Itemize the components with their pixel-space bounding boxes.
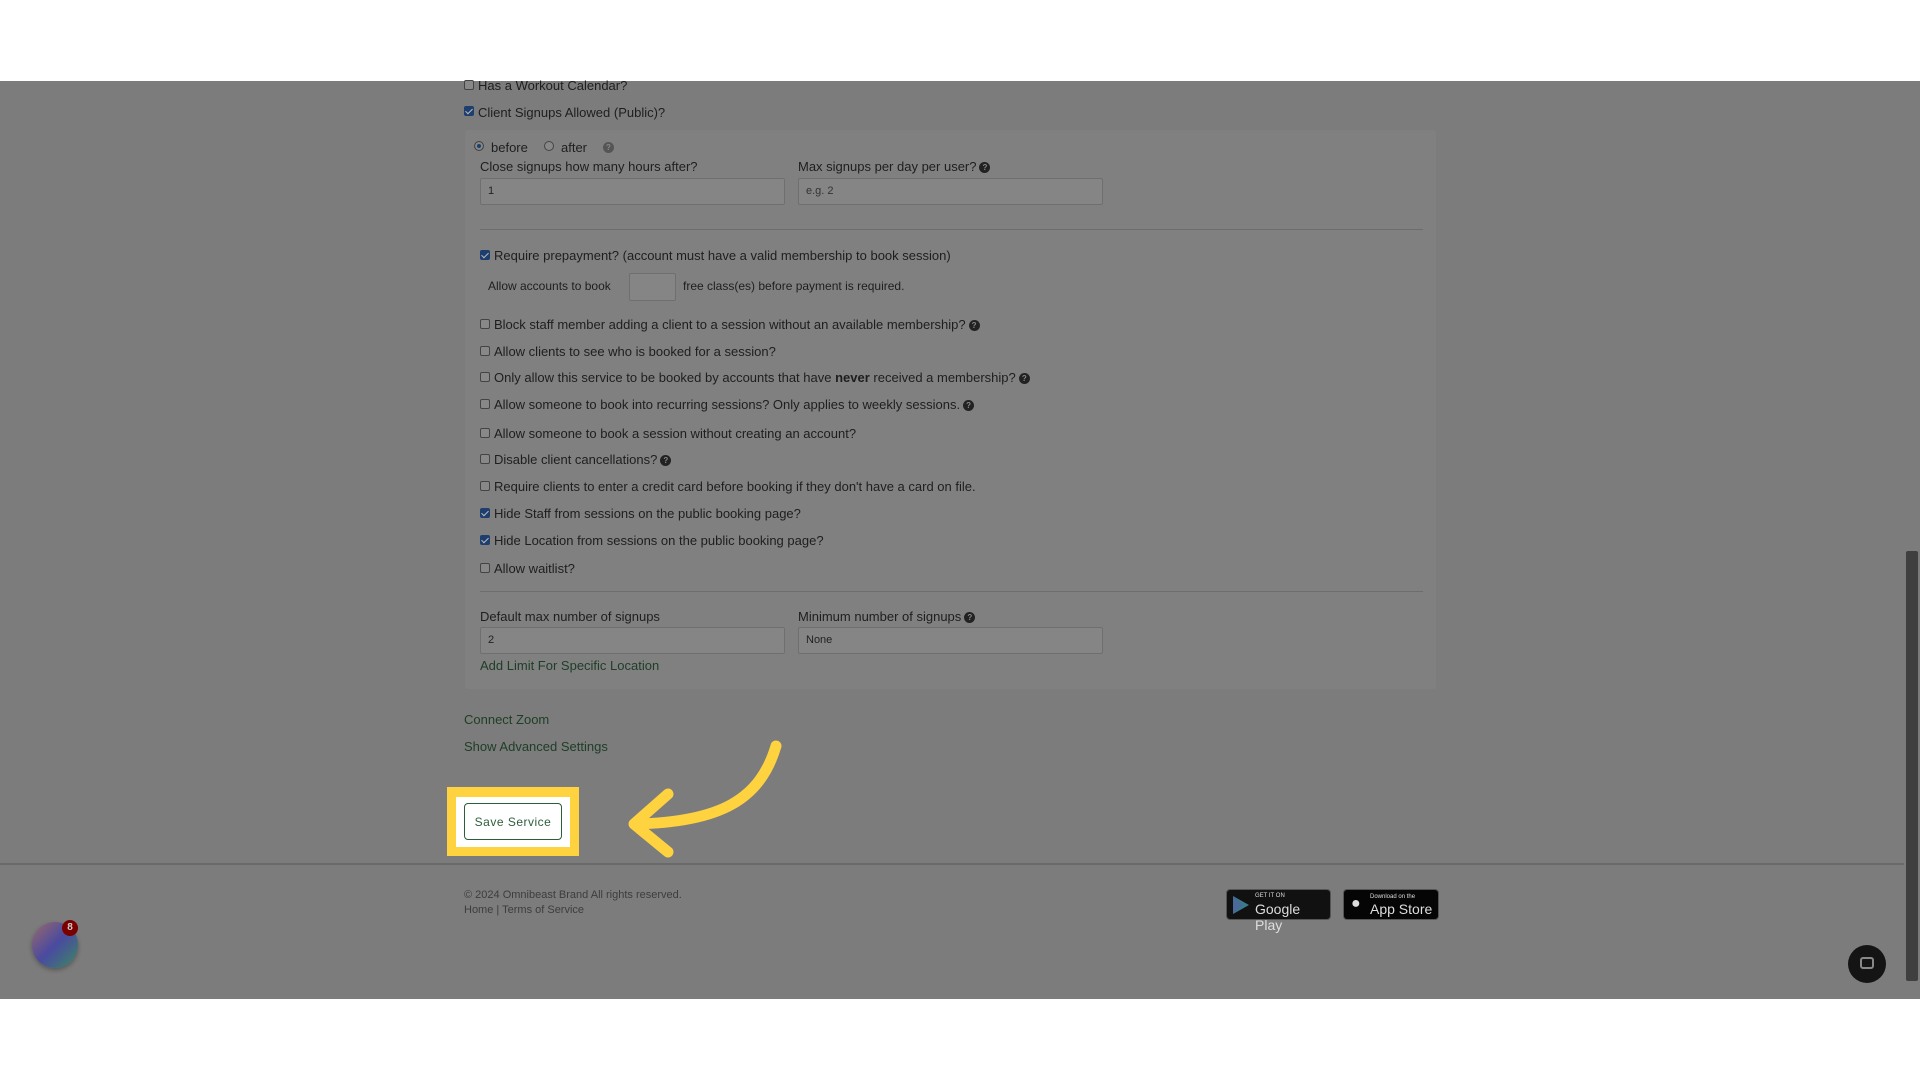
max-signups-input[interactable]: e.g. 2: [798, 178, 1103, 205]
free-classes-input[interactable]: [629, 273, 676, 301]
free-classes-suffix: free class(es) before payment is require…: [683, 279, 905, 293]
help-icon[interactable]: ?: [1018, 373, 1030, 384]
footer-divider: [0, 863, 1904, 865]
option-label-text: Require clients to enter a credit card b…: [494, 479, 976, 494]
option-label-text: Hide Location from sessions on the publi…: [494, 533, 824, 548]
option-checkbox[interactable]: [480, 319, 490, 329]
max-signups-label-text: Max signups per day per user?: [798, 159, 977, 174]
terms-link[interactable]: Terms of Service: [502, 904, 584, 916]
option-checkbox[interactable]: [480, 346, 490, 356]
workout-calendar-label: Has a Workout Calendar?: [478, 78, 628, 93]
option-label-bold: never: [835, 370, 870, 385]
min-signups-input[interactable]: None: [798, 627, 1103, 654]
option-checkbox[interactable]: [480, 372, 490, 382]
help-icon[interactable]: ?: [660, 455, 672, 466]
workout-calendar-checkbox[interactable]: [464, 80, 474, 90]
option-label-post: received a membership?: [869, 370, 1016, 385]
option-label: Block staff member adding a client to a …: [494, 317, 980, 332]
max-signups-label: Max signups per day per user??: [798, 159, 991, 174]
option-label-pre: Only allow this service to be booked by …: [494, 370, 836, 385]
min-signups-label: Minimum number of signups?: [798, 609, 976, 624]
option-label-text: Allow someone to book into recurring ses…: [494, 397, 961, 412]
option-label-text: Allow waitlist?: [494, 561, 575, 576]
close-signups-input[interactable]: 1: [480, 178, 785, 205]
google-play-badge[interactable]: GET IT ON Google Play: [1226, 889, 1331, 933]
option-checkbox[interactable]: [480, 481, 490, 491]
option-checkbox[interactable]: [480, 508, 490, 518]
option-label: Hide Staff from sessions on the public b…: [494, 506, 801, 521]
option-checkbox[interactable]: [480, 454, 490, 464]
option-label: Only allow this service to be booked by …: [494, 370, 1030, 385]
free-classes-prefix: Allow accounts to book: [488, 279, 611, 293]
option-checkbox[interactable]: [480, 428, 490, 438]
before-label: before: [491, 140, 528, 155]
after-radio[interactable]: [544, 141, 554, 151]
divider: [480, 229, 1423, 230]
help-icon[interactable]: ?: [603, 142, 614, 153]
min-signups-label-text: Minimum number of signups: [798, 609, 962, 624]
after-label: after: [561, 140, 588, 155]
chat-button[interactable]: [1848, 945, 1886, 983]
apple-small-text: Download on the: [1370, 894, 1416, 900]
apple-big-text: App Store: [1370, 901, 1433, 917]
arrow-annotation: [628, 740, 782, 858]
option-label-text: Allow clients to see who is booked for a…: [494, 344, 776, 359]
prepayment-checkbox[interactable]: [480, 250, 490, 260]
option-checkbox[interactable]: [480, 399, 490, 409]
option-checkbox[interactable]: [480, 563, 490, 573]
app-store-badge[interactable]: ● Download on the App Store: [1343, 889, 1439, 920]
option-label: Hide Location from sessions on the publi…: [494, 533, 824, 548]
google-small-text: GET IT ON: [1255, 893, 1285, 899]
default-max-label: Default max number of signups: [480, 609, 660, 624]
add-limit-link[interactable]: Add Limit For Specific Location: [480, 658, 659, 673]
option-label-text: Hide Staff from sessions on the public b…: [494, 506, 801, 521]
option-label: Disable client cancellations??: [494, 452, 672, 467]
help-icon[interactable]: ?: [963, 400, 975, 411]
help-icon[interactable]: ?: [979, 162, 991, 173]
client-signups-label: Client Signups Allowed (Public)?: [478, 105, 666, 120]
footer-links: Home | Terms of Service: [464, 904, 584, 916]
option-label: Allow someone to book into recurring ses…: [494, 397, 975, 412]
default-max-input[interactable]: 2: [480, 627, 785, 654]
google-big-text: Google Play: [1255, 901, 1301, 933]
help-icon[interactable]: ?: [964, 612, 976, 623]
divider: [480, 591, 1423, 592]
option-label: Allow someone to book a session without …: [494, 426, 856, 441]
help-icon[interactable]: ?: [968, 320, 980, 331]
google-play-icon: [1233, 896, 1249, 914]
prepayment-label: Require prepayment? (account must have a…: [494, 248, 951, 263]
option-label-text: Block staff member adding a client to a …: [494, 317, 966, 332]
option-label-text: Disable client cancellations?: [494, 452, 658, 467]
option-label-text: Allow someone to book a session without …: [494, 426, 857, 441]
scrollbar-thumb[interactable]: [1906, 551, 1918, 981]
client-signups-checkbox[interactable]: [464, 106, 474, 116]
option-label: Allow clients to see who is booked for a…: [494, 344, 776, 359]
separator: |: [496, 904, 500, 916]
home-link[interactable]: Home: [464, 904, 493, 916]
before-radio[interactable]: [474, 141, 484, 151]
option-checkbox[interactable]: [480, 535, 490, 545]
option-label: Allow waitlist?: [494, 561, 575, 576]
chat-icon: [1860, 957, 1874, 969]
connect-zoom-link[interactable]: Connect Zoom: [464, 712, 549, 727]
show-advanced-link[interactable]: Show Advanced Settings: [464, 739, 608, 754]
notification-badge: 8: [62, 920, 78, 936]
option-label: Require clients to enter a credit card b…: [494, 479, 976, 494]
close-signups-label: Close signups how many hours after?: [480, 159, 698, 174]
copyright: © 2024 Omnibeast Brand All rights reserv…: [464, 889, 682, 901]
save-service-button[interactable]: Save Service: [464, 803, 562, 840]
apple-icon: ●: [1351, 895, 1361, 912]
